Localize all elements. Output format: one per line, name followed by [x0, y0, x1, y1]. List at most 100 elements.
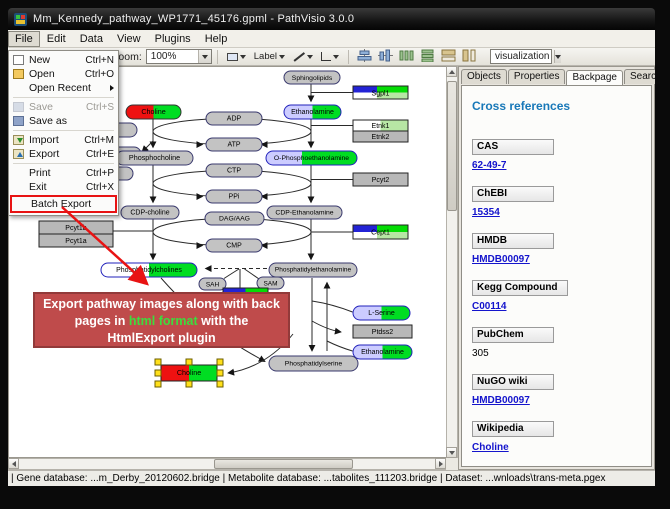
node-l-serine[interactable]: L-Serine — [353, 306, 410, 320]
submenu-arrow-icon — [110, 85, 114, 91]
node-pcyt1b[interactable]: Pcyt1b — [39, 221, 113, 234]
node-cept1[interactable]: Cept1 — [353, 225, 408, 239]
align-center-y-button[interactable] — [378, 49, 393, 65]
hmdb-link[interactable]: HMDB00097 — [472, 254, 530, 265]
file-menu-item-new[interactable]: New Ctrl+N — [10, 53, 117, 67]
horizontal-scroll-thumb[interactable] — [214, 459, 353, 469]
menu-bar: File Edit Data View Plugins Help — [8, 30, 655, 48]
visualization-value: visualization — [491, 51, 553, 62]
cas-link[interactable]: 62-49-7 — [472, 160, 506, 171]
menu-edit[interactable]: Edit — [40, 31, 73, 47]
open-folder-icon — [13, 69, 24, 79]
menu-separator — [13, 97, 114, 98]
node-phosphatidylserine[interactable]: Phosphatidylserine — [269, 356, 358, 371]
node-sphingolipids[interactable]: Sphingolipids — [284, 71, 340, 84]
file-menu-item-save-as[interactable]: Save as — [10, 114, 117, 128]
node-ethanolamine[interactable]: Ethanolamine — [284, 105, 341, 119]
tab-properties[interactable]: Properties — [508, 69, 566, 84]
svg-text:CTP: CTP — [227, 168, 241, 175]
file-menu-item-import[interactable]: Import Ctrl+M — [10, 133, 117, 147]
file-menu-item-open-recent[interactable]: Open Recent — [10, 81, 117, 95]
kegg-link[interactable]: C00114 — [472, 301, 506, 312]
file-menu-item-batch-export[interactable]: Batch Export — [12, 197, 115, 211]
tab-objects[interactable]: Objects — [461, 69, 507, 84]
node-dag-aag[interactable]: DAG/AAG — [205, 212, 264, 225]
node-atp[interactable]: ATP — [206, 138, 262, 151]
node-o-phosphoethanolamine[interactable]: O-Phosphoethanolamine — [266, 151, 357, 165]
tab-backpage[interactable]: Backpage — [566, 70, 622, 85]
node-choline-selected[interactable]: Choline — [155, 359, 223, 387]
callout-line2-pre: pages in — [75, 314, 129, 328]
menu-view[interactable]: View — [110, 31, 148, 47]
line-tool-button[interactable] — [289, 50, 317, 64]
chevron-down-icon — [279, 55, 285, 59]
node-phosphatidylcholines[interactable]: Phosphatidylcholines — [101, 263, 197, 277]
zoom-value: 100% — [147, 51, 198, 62]
svg-text:Pcyt1b: Pcyt1b — [65, 225, 87, 232]
save-as-icon — [13, 116, 24, 126]
file-menu-item-open[interactable]: Open Ctrl+O — [10, 67, 117, 81]
file-menu-item-print[interactable]: Print Ctrl+P — [10, 166, 117, 180]
canvas-horizontal-scrollbar[interactable] — [8, 458, 446, 470]
scroll-down-button[interactable] — [446, 447, 457, 458]
distribute-vertical-button[interactable] — [420, 49, 435, 65]
node-ppi[interactable]: PPi — [206, 190, 262, 203]
annotation-callout: Export pathway images along with back pa… — [33, 292, 290, 348]
connector-tool-button[interactable] — [317, 50, 343, 63]
backpage-section-kegg: Kegg Compound C00114 — [472, 280, 651, 312]
node-etnk1[interactable]: Etnk1 — [353, 120, 408, 131]
wikipedia-link[interactable]: Choline — [472, 442, 509, 453]
node-phosphatidylethanolamine[interactable]: Phosphatidylethanolamine — [269, 263, 357, 277]
visualization-dropdown-button[interactable] — [554, 50, 561, 63]
align-center-x-button[interactable] — [357, 49, 372, 65]
node-sam[interactable]: SAM — [257, 277, 284, 289]
node-pcyt2[interactable]: Pcyt2 — [353, 173, 408, 186]
node-pcyt1a[interactable]: Pcyt1a — [39, 234, 113, 247]
svg-text:O-Phosphoethanolamine: O-Phosphoethanolamine — [274, 155, 349, 162]
node-cdp-choline[interactable]: CDP-choline — [121, 206, 179, 219]
node-sgpl1[interactable]: Sgpl1 — [353, 86, 408, 99]
backpage-section-wikipedia: Wikipedia Choline — [472, 421, 651, 453]
svg-text:Sphingolipids: Sphingolipids — [292, 75, 333, 82]
scroll-right-button[interactable] — [435, 458, 446, 469]
common-height-button[interactable] — [462, 49, 477, 65]
datanode-tool-button[interactable] — [223, 51, 250, 63]
menu-separator — [13, 163, 114, 164]
section-title: Wikipedia — [472, 421, 554, 437]
common-width-button[interactable] — [441, 49, 456, 65]
label-tool-button[interactable]: Label — [250, 49, 289, 64]
node-cdp-ethanolamine[interactable]: CDP-Ethanolamine — [267, 206, 342, 219]
node-ptdss2[interactable]: Ptdss2 — [353, 325, 412, 338]
vertical-scroll-thumb[interactable] — [447, 81, 457, 211]
chevron-down-icon — [333, 55, 339, 59]
node-cmp[interactable]: CMP — [206, 239, 262, 252]
menu-plugins[interactable]: Plugins — [148, 31, 198, 47]
menu-data[interactable]: Data — [73, 31, 110, 47]
svg-text:Etnk1: Etnk1 — [372, 123, 390, 130]
section-title: ChEBI — [472, 186, 554, 202]
node-adp[interactable]: ADP — [206, 112, 262, 125]
menu-help[interactable]: Help — [198, 31, 235, 47]
nugo-link[interactable]: HMDB00097 — [472, 395, 530, 406]
chebi-link[interactable]: 15354 — [472, 207, 500, 218]
scroll-up-button[interactable] — [446, 66, 457, 77]
node-etnk2[interactable]: Etnk2 — [353, 131, 408, 142]
arrow-up-icon — [449, 70, 455, 74]
visualization-combobox[interactable]: visualization — [490, 49, 552, 64]
canvas-vertical-scrollbar[interactable] — [446, 66, 458, 458]
zoom-dropdown-button[interactable] — [198, 50, 211, 63]
menu-file[interactable]: File — [8, 31, 40, 47]
tab-search[interactable]: Search — [624, 69, 655, 84]
node-ethanolamine-2[interactable]: Ethanolamine — [353, 345, 412, 359]
scroll-left-button[interactable] — [8, 458, 19, 469]
file-menu-item-exit[interactable]: Exit Ctrl+X — [10, 180, 117, 194]
node-choline[interactable]: Choline — [126, 105, 181, 119]
node-sah[interactable]: SAH — [199, 278, 226, 290]
node-ctp[interactable]: CTP — [206, 164, 262, 177]
node-phosphocholine[interactable]: Phosphocholine — [116, 151, 193, 165]
distribute-horizontal-button[interactable] — [399, 49, 414, 65]
status-bar: | Gene database: ...m_Derby_20120602.bri… — [8, 470, 655, 486]
file-menu-item-export[interactable]: Export Ctrl+E — [10, 147, 117, 161]
svg-text:Phosphatidylethanolamine: Phosphatidylethanolamine — [275, 267, 352, 274]
zoom-combobox[interactable]: 100% — [146, 49, 212, 64]
